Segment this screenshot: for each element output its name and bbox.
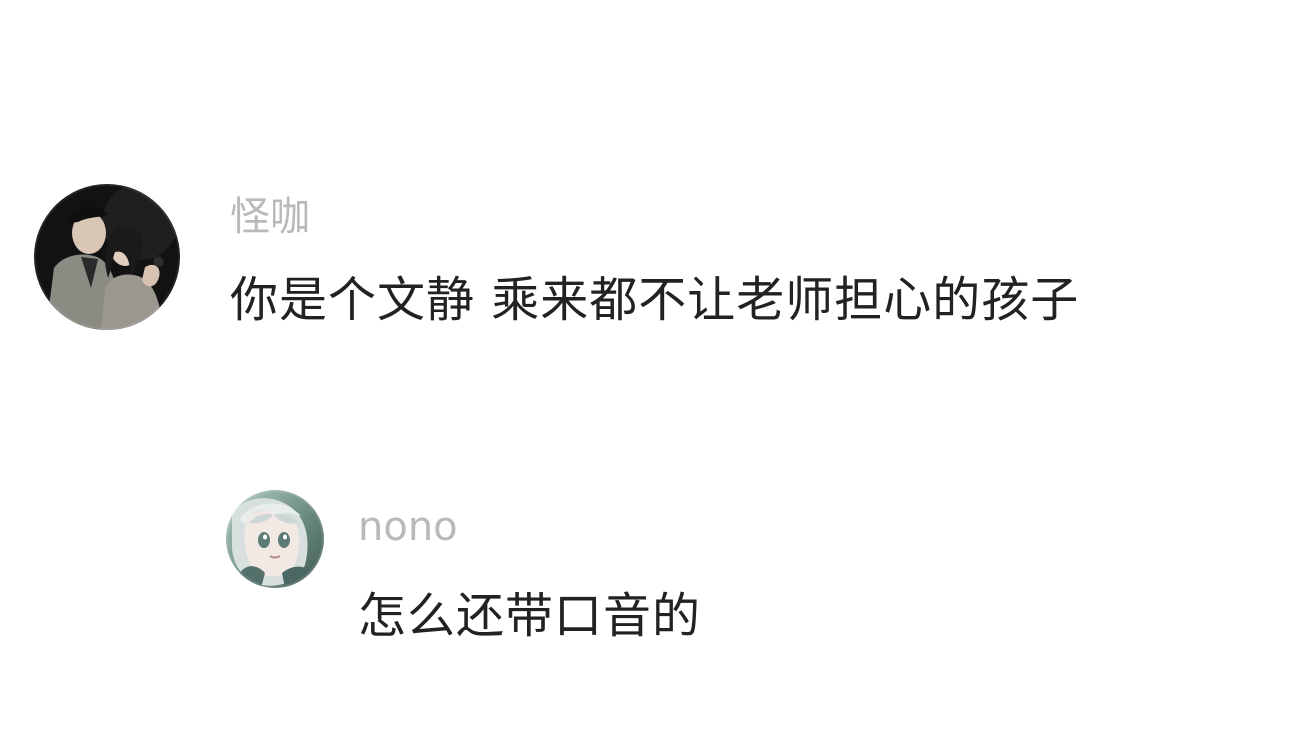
avatar-anime-icon <box>226 490 324 588</box>
comment-text: 你是个文静 乘来都不让老师担心的孩子 <box>230 272 1080 328</box>
comment-item: 怪咖 你是个文静 乘来都不让老师担心的孩子 <box>34 184 1079 330</box>
comment-body: 怪咖 你是个文静 乘来都不让老师担心的孩子 <box>230 184 1079 330</box>
reply-body: nono 怎么还带口音的 <box>358 490 701 646</box>
avatar-photo-icon <box>34 184 180 330</box>
reply-username[interactable]: nono <box>358 502 701 552</box>
reply-item: nono 怎么还带口音的 <box>226 490 701 646</box>
comment-username[interactable]: 怪咖 <box>230 192 1079 242</box>
reply-text: 怎么还带口音的 <box>358 588 702 644</box>
avatar[interactable] <box>226 490 324 588</box>
avatar[interactable] <box>34 184 180 330</box>
